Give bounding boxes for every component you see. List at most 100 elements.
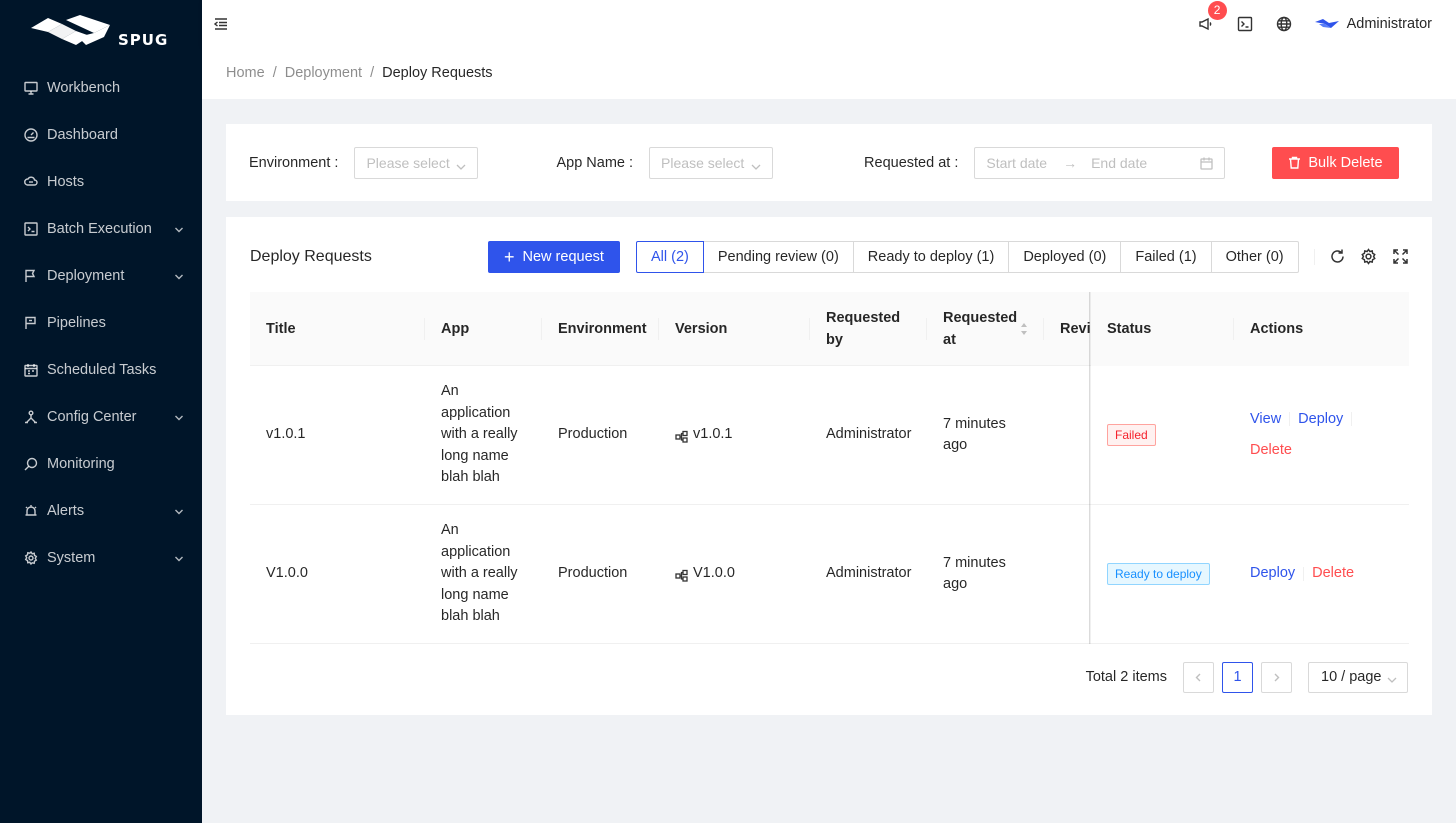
delete-link[interactable]: Delete [1250, 442, 1292, 458]
requested-at-label: Requested at : [864, 154, 959, 171]
cell-title: V1.0.0 [266, 565, 308, 582]
plus-icon: + [504, 247, 515, 267]
cell-requested-by: Administrator [826, 426, 912, 443]
sidebar-item-dashboard[interactable]: Dashboard [0, 111, 202, 158]
chevron-down-icon [751, 159, 761, 170]
sidebar-item-config-center[interactable]: Config Center [0, 393, 202, 440]
tab-deployed[interactable]: Deployed (0) [1009, 241, 1122, 273]
fullscreen-icon[interactable] [1392, 248, 1409, 265]
chevron-right-icon [1274, 673, 1280, 681]
bulk-delete-label: Bulk Delete [1308, 154, 1383, 171]
next-page-button[interactable] [1261, 661, 1292, 693]
header-right: 2 Administrator [1176, 0, 1432, 47]
cell-app: An application with a really long name b… [441, 383, 518, 486]
tab-pending-review[interactable]: Pending review (0) [703, 241, 854, 273]
setting-icon[interactable] [1360, 248, 1377, 265]
pagination: Total 2 items 1 10 / page [1086, 661, 1408, 693]
tab-other[interactable]: Other (0) [1211, 241, 1299, 273]
sidebar-item-workbench[interactable]: Workbench [0, 64, 202, 111]
status-badge: Failed [1107, 424, 1156, 446]
environment-label: Environment : [249, 154, 339, 171]
cell-actions: Deploy Delete [1234, 505, 1409, 643]
terminal-icon[interactable] [1237, 15, 1254, 32]
cell-requested-by: Administrator [826, 565, 912, 582]
page-1-button[interactable]: 1 [1222, 661, 1253, 693]
breadcrumb-home[interactable]: Home [226, 65, 265, 81]
chevron-down-icon [174, 223, 184, 233]
card-title: Deploy Requests [250, 248, 372, 265]
branches-icon [675, 568, 688, 582]
tab-failed[interactable]: Failed (1) [1121, 241, 1212, 273]
chevron-down-icon [174, 505, 184, 515]
column-header-title: Title [250, 292, 425, 366]
cell-version: V1.0.0 [659, 505, 810, 643]
chevron-down-icon [1387, 673, 1397, 683]
table-row: V1.0.0 An application with a really long… [250, 505, 1409, 644]
prev-page-button[interactable] [1183, 661, 1214, 693]
sidebar-item-monitoring[interactable]: Monitoring [0, 440, 202, 487]
cell-reviewer [1044, 505, 1091, 643]
end-date-input[interactable]: End date [1091, 155, 1147, 171]
desktop-icon [24, 81, 38, 95]
sidebar-item-batch-execution[interactable]: Batch Execution [0, 205, 202, 252]
tab-ready-to-deploy[interactable]: Ready to deploy (1) [853, 241, 1010, 273]
tab-all[interactable]: All (2) [636, 241, 704, 273]
globe-icon[interactable] [1276, 15, 1293, 32]
deploy-link[interactable]: Deploy [1250, 563, 1295, 585]
menu-fold-icon[interactable] [213, 17, 228, 31]
user-name: Administrator [1346, 15, 1432, 32]
user-menu[interactable]: Administrator [1314, 15, 1432, 32]
breadcrumb-separator: / [272, 65, 277, 81]
chevron-down-icon [174, 411, 184, 421]
delete-link[interactable]: Delete [1312, 563, 1354, 585]
top-header: 2 Administrator [202, 0, 1456, 47]
page-size-select[interactable]: 10 / page [1308, 661, 1408, 693]
arrow-right-icon: → [1063, 154, 1078, 171]
cell-actions: View Deploy Delete [1234, 366, 1409, 504]
breadcrumb-separator: / [370, 65, 375, 81]
deploy-link[interactable]: Deploy [1298, 411, 1343, 427]
sidebar-item-deployment[interactable]: Deployment [0, 252, 202, 299]
sidebar-item-hosts[interactable]: Hosts [0, 158, 202, 205]
app-name-label: App Name : [556, 154, 634, 171]
deploy-requests-card: Deploy Requests + New request All (2) Pe… [226, 217, 1432, 715]
status-filter-tabs: All (2) Pending review (0) Ready to depl… [636, 241, 1299, 273]
bulk-delete-button[interactable]: Bulk Delete [1272, 146, 1399, 179]
view-link[interactable]: View [1250, 411, 1281, 427]
notification-icon[interactable]: 2 [1198, 1, 1227, 32]
column-header-reviewer: Revie [1060, 321, 1091, 337]
apartment-icon [24, 410, 38, 424]
sidebar-item-label: Dashboard [47, 126, 118, 143]
app-name-select[interactable]: Please select [649, 146, 774, 179]
start-date-input[interactable]: Start date [986, 155, 1047, 171]
reload-icon[interactable] [1329, 248, 1346, 265]
sidebar-item-pipelines[interactable]: Pipelines [0, 299, 202, 346]
sidebar-item-system[interactable]: System [0, 534, 202, 581]
sidebar-item-label: Monitoring [47, 455, 115, 472]
column-header-requested-at[interactable]: Requested at [927, 292, 1044, 366]
spug-logo[interactable]: SPUG [0, 0, 202, 64]
sidebar-item-alerts[interactable]: Alerts [0, 487, 202, 534]
sidebar-item-scheduled-tasks[interactable]: Scheduled Tasks [0, 346, 202, 393]
environment-select[interactable]: Please select [354, 146, 479, 179]
sort-icon [1020, 321, 1028, 335]
logo-text: SPUG [118, 31, 168, 49]
column-header-app: App [425, 292, 542, 366]
calendar-icon [1200, 157, 1214, 170]
sidebar-menu: Workbench Dashboard Hosts Batch Executio… [0, 64, 202, 581]
new-request-button[interactable]: + New request [488, 241, 620, 273]
flag-icon [24, 269, 38, 283]
breadcrumb-deployment[interactable]: Deployment [285, 65, 362, 81]
chevron-down-icon [456, 159, 466, 170]
sidebar-item-label: Scheduled Tasks [47, 361, 157, 378]
cell-version: v1.0.1 [659, 366, 810, 504]
chevron-down-icon [174, 552, 184, 562]
version-label: v1.0.1 [693, 426, 733, 443]
sidebar-item-label: Workbench [47, 79, 121, 96]
total-items: Total 2 items [1085, 669, 1167, 685]
cell-reviewer [1044, 366, 1091, 504]
breadcrumb-current: Deploy Requests [382, 65, 493, 81]
date-range-picker[interactable]: Start date → End date [974, 146, 1226, 179]
cell-title: v1.0.1 [266, 426, 306, 443]
table-row: v1.0.1 An application with a really long… [250, 366, 1409, 505]
